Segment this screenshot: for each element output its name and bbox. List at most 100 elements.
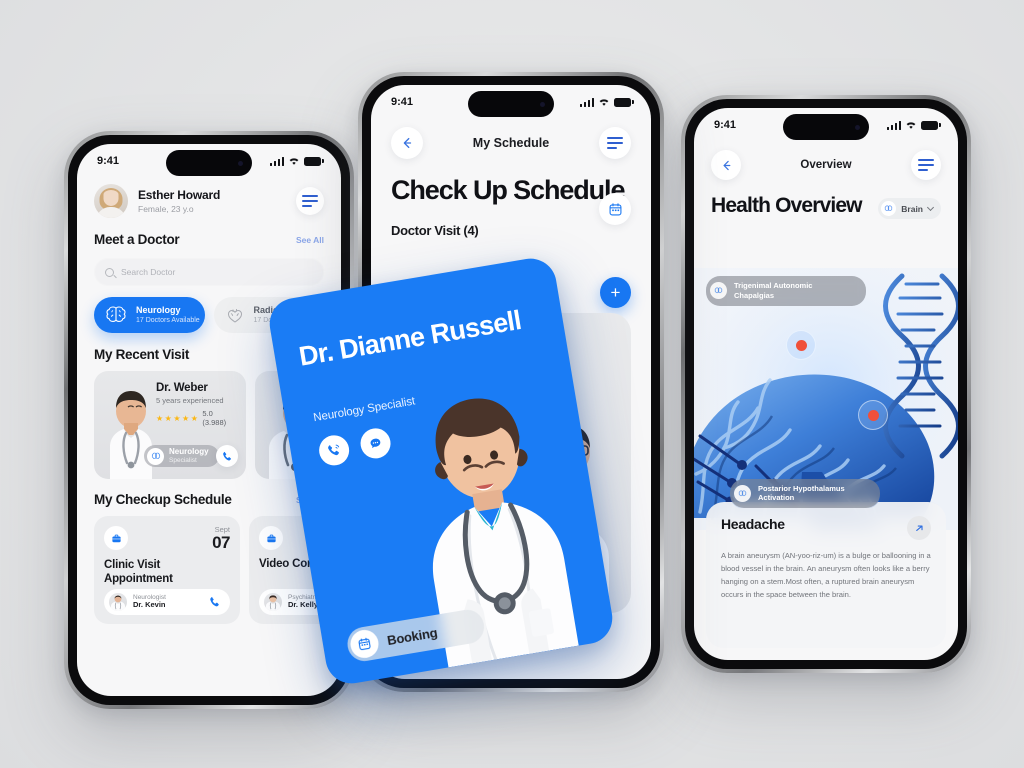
arrow-up-right-icon	[915, 525, 923, 531]
info-title: Headache	[721, 516, 785, 532]
wifi-icon	[289, 157, 299, 165]
doctor-card[interactable]: Dr. Weber 5 years experienced ★ ★ ★ ★ ★ 5.0 …	[94, 371, 246, 479]
filter-menu-button[interactable]	[598, 127, 631, 159]
doctor-avatar	[109, 593, 127, 611]
briefcase-icon	[104, 526, 128, 550]
wifi-icon	[599, 98, 609, 106]
doctor-visit-label: Doctor Visit (4)	[391, 223, 479, 239]
meet-doctor-see-all[interactable]: See All	[296, 235, 324, 245]
cellular-bars-icon	[579, 97, 594, 107]
category-subtitle: 17 Doctors Available	[136, 317, 200, 325]
schedule-title: Clinic Visit Appointment	[104, 559, 173, 586]
status-bar: 9:41	[77, 144, 341, 178]
brain-icon	[881, 201, 897, 216]
battery-icon	[921, 120, 941, 130]
phone-right: 9:41 Overview Health Overview Brain Trig…	[681, 95, 971, 673]
battery-icon	[304, 156, 324, 166]
schedule-card-list: Sept 07 Clinic Visit Appointment Neurolo…	[94, 516, 341, 624]
status-time: 9:41	[714, 119, 737, 131]
health-info-panel: Headache A brain aneurysm (AN-yoo-riz-um…	[706, 502, 946, 648]
brain-marker-icon	[734, 484, 751, 502]
brain-marker[interactable]	[786, 330, 816, 360]
wifi-icon	[906, 121, 916, 129]
calendar-button[interactable]	[599, 193, 631, 225]
call-button[interactable]	[205, 592, 225, 612]
back-button[interactable]	[391, 127, 423, 159]
schedule-card[interactable]: Sept 07 Clinic Visit Appointment Neurolo…	[94, 516, 240, 624]
booking-label: Booking	[385, 624, 439, 648]
brain-marker[interactable]	[858, 400, 888, 430]
calendar-icon	[609, 202, 621, 215]
add-label: +	[610, 282, 621, 302]
brain-icon	[106, 306, 126, 322]
schedule-day: 07	[212, 532, 230, 552]
brain-tag-text: Postarior Hypothalamus Activation	[758, 483, 845, 503]
checkup-title: My Checkup Schedule	[94, 492, 232, 507]
category-chip-neurology[interactable]: Neurology 17 Doctors Available	[94, 297, 205, 333]
call-button[interactable]	[316, 433, 352, 468]
filter-menu-button[interactable]	[911, 150, 941, 180]
arrow-left-icon	[403, 137, 412, 149]
heart-anatomy-icon	[227, 309, 242, 323]
filter-menu-button[interactable]	[296, 187, 324, 215]
doctor-name: Dr. Weber	[156, 382, 208, 394]
search-icon	[105, 267, 114, 277]
dynamic-island	[468, 91, 554, 117]
calendar-icon	[348, 627, 381, 661]
phone-bezel: 9:41 Overview Health Overview Brain Trig…	[685, 99, 967, 669]
specialty-badge: Neurology Specialist	[144, 445, 219, 467]
chevron-down-icon	[926, 203, 935, 212]
filter-menu-icon	[302, 194, 318, 208]
profile-name: Esther Howard	[138, 188, 221, 202]
chat-bubble-icon	[370, 438, 381, 449]
brain-tag[interactable]: Postarior Hypothalamus Activation	[730, 478, 880, 508]
rating-stars: ★ ★ ★ ★ ★ 5.0 (3.988)	[156, 409, 238, 427]
health-overview-title: Health Overview	[711, 194, 863, 217]
doctor-experience: 5 years experienced	[156, 396, 224, 405]
search-placeholder: Search Doctor	[121, 267, 176, 277]
battery-icon	[614, 97, 634, 107]
filter-menu-icon	[606, 136, 623, 150]
specialty-name: Neurology	[169, 446, 209, 456]
status-time: 9:41	[391, 96, 414, 108]
right-screen: 9:41 Overview Health Overview Brain Trig…	[694, 108, 958, 660]
briefcase-icon	[259, 526, 283, 550]
category-name: Neurology	[136, 304, 181, 315]
avatar	[94, 184, 128, 218]
chat-button[interactable]	[358, 426, 393, 461]
cellular-bars-icon	[269, 156, 284, 166]
meet-doctor-title: Meet a Doctor	[94, 232, 180, 247]
brain-selector-label: Brain	[901, 203, 923, 214]
brain-tag-text: Trigenimal Autonomic Chapalgias	[734, 281, 813, 300]
rating-value: 5.0 (3.988)	[202, 409, 227, 427]
search-input[interactable]: Search Doctor	[94, 258, 324, 286]
profile-details: Female, 23 y.o	[138, 204, 194, 214]
specialty-sub: Specialist	[169, 456, 197, 464]
page-title: Overview	[800, 159, 852, 171]
dynamic-island	[166, 150, 252, 176]
filter-menu-icon	[918, 158, 934, 172]
cellular-bars-icon	[886, 120, 901, 130]
doctor-avatar	[264, 593, 282, 611]
brain-marker-icon	[710, 282, 727, 300]
back-button[interactable]	[711, 150, 741, 180]
page-title: My Schedule	[472, 136, 550, 150]
brain-selector[interactable]: Brain	[878, 198, 941, 219]
brain-visualization: Trigenimal Autonomic Chapalgias Postario…	[694, 268, 958, 530]
phone-call-icon	[328, 444, 340, 456]
profile-header[interactable]: Esther Howard Female, 23 y.o	[94, 184, 324, 218]
arrow-left-icon	[722, 160, 730, 170]
status-time: 9:41	[97, 155, 120, 167]
add-schedule-button[interactable]: +	[600, 277, 631, 308]
status-bar: 9:41	[371, 85, 651, 119]
dynamic-island	[783, 114, 869, 140]
schedule-doctor-row[interactable]: Neurologist Dr. Kevin	[104, 589, 230, 615]
phone-icon	[222, 451, 231, 460]
phone-icon	[210, 597, 219, 607]
recent-visit-title: My Recent Visit	[94, 347, 190, 362]
call-button[interactable]	[216, 445, 238, 467]
brain-tag[interactable]: Trigenimal Autonomic Chapalgias	[706, 276, 866, 306]
check-up-schedule-title: Check Up Schedule	[391, 175, 625, 205]
status-bar: 9:41	[694, 108, 958, 142]
open-detail-button[interactable]	[907, 516, 931, 540]
